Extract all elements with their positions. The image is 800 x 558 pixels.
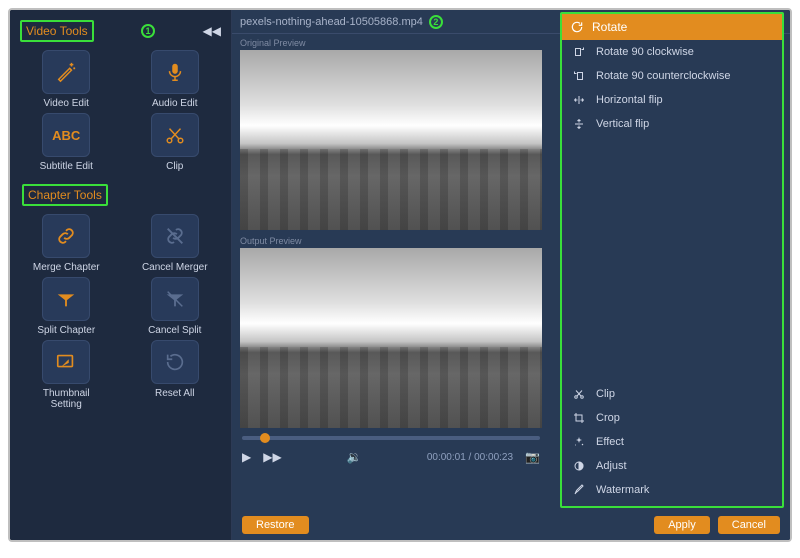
panel-crop-label: Crop [596, 412, 620, 424]
brush-icon [572, 484, 586, 496]
panel-adjust-label: Adjust [596, 460, 627, 472]
annotation-badge-2: 2 [429, 15, 443, 29]
sidebar: Video Tools 1 ◀◀ Video Edit Audio Edit A… [10, 10, 232, 540]
panel-effect[interactable]: Effect [562, 430, 782, 454]
thumbnail-setting-tool[interactable]: Thumbnail Setting [24, 340, 109, 410]
sparkle-icon [572, 436, 586, 448]
rotate-90-cw[interactable]: Rotate 90 clockwise [562, 40, 782, 64]
scissors-icon [164, 124, 186, 146]
rotate-options: Rotate 90 clockwise Rotate 90 counterclo… [562, 40, 782, 382]
video-tools-grid: Video Edit Audio Edit ABC Subtitle Edit … [16, 50, 225, 180]
original-preview-image [240, 50, 542, 230]
output-preview-image [240, 248, 542, 428]
unlink-icon [164, 225, 186, 247]
panel-watermark-label: Watermark [596, 484, 649, 496]
original-preview-label: Original Preview [240, 38, 542, 48]
cancel-merger-label: Cancel Merger [142, 262, 208, 273]
bottom-bar: Restore Apply Cancel [232, 510, 790, 540]
cancel-button[interactable]: Cancel [718, 516, 780, 534]
video-edit-tool[interactable]: Video Edit [24, 50, 109, 109]
wand-icon [55, 61, 77, 83]
thumbnail-setting-label: Thumbnail Setting [43, 388, 90, 410]
rotate-icon [570, 20, 584, 34]
cancel-split-label: Cancel Split [148, 325, 201, 336]
horizontal-flip[interactable]: Horizontal flip [562, 88, 782, 112]
main-area: pexels-nothing-ahead-10505868.mp4 2 ✕ Or… [232, 10, 790, 540]
merge-chapter-tool[interactable]: Merge Chapter [24, 214, 109, 273]
panel-adjust[interactable]: Adjust [562, 454, 782, 478]
cancel-split-icon [164, 288, 186, 310]
restore-button[interactable]: Restore [242, 516, 309, 534]
reset-icon [164, 351, 186, 373]
time-current: 00:00:01 [427, 452, 466, 463]
panel-header-label: Rotate [592, 20, 627, 34]
hflip-label: Horizontal flip [596, 94, 663, 106]
seek-thumb[interactable] [260, 433, 270, 443]
playback-controls: ▶ ▶▶ 🔉 00:00:01 / 00:00:23 📷 [232, 444, 550, 470]
vflip-label: Vertical flip [596, 118, 649, 130]
scissors-small-icon [572, 388, 586, 400]
subtitle-edit-label: Subtitle Edit [40, 161, 93, 172]
fast-forward-icon[interactable]: ▶▶ [263, 450, 281, 464]
reset-all-label: Reset All [155, 388, 194, 399]
merge-chapter-label: Merge Chapter [33, 262, 100, 273]
volume-icon[interactable]: 🔉 [347, 450, 362, 464]
subtitle-edit-tool[interactable]: ABC Subtitle Edit [24, 113, 109, 172]
split-icon [55, 288, 77, 310]
apply-button[interactable]: Apply [654, 516, 710, 534]
reset-all-tool[interactable]: Reset All [133, 340, 218, 410]
rotate-ccw-icon [572, 70, 586, 82]
clip-tool[interactable]: Clip [133, 113, 218, 172]
chapter-tools-grid: Merge Chapter Cancel Merger Split Chapte… [16, 214, 225, 418]
thumbnail-icon [55, 351, 77, 373]
panel-clip[interactable]: Clip [562, 382, 782, 406]
microphone-icon [164, 61, 186, 83]
link-icon [55, 225, 77, 247]
cancel-merger-tool[interactable]: Cancel Merger [133, 214, 218, 273]
rotate-90-ccw[interactable]: Rotate 90 counterclockwise [562, 64, 782, 88]
split-chapter-label: Split Chapter [37, 325, 95, 336]
output-preview-label: Output Preview [240, 236, 542, 246]
app-frame: Video Tools 1 ◀◀ Video Edit Audio Edit A… [8, 8, 792, 542]
hflip-icon [572, 94, 586, 106]
play-icon[interactable]: ▶ [242, 450, 251, 464]
crop-icon [572, 412, 586, 424]
rotate-cw-label: Rotate 90 clockwise [596, 46, 694, 58]
collapse-icon[interactable]: ◀◀ [203, 24, 221, 38]
time-total: 00:00:23 [474, 452, 513, 463]
panel-crop[interactable]: Crop [562, 406, 782, 430]
panel-watermark[interactable]: Watermark [562, 478, 782, 502]
adjust-icon [572, 460, 586, 472]
abc-icon: ABC [52, 128, 80, 143]
panel-header-rotate[interactable]: Rotate [562, 14, 782, 40]
audio-edit-label: Audio Edit [152, 98, 198, 109]
filename-text: pexels-nothing-ahead-10505868.mp4 [240, 16, 423, 28]
vflip-icon [572, 118, 586, 130]
annotation-badge-1: 1 [141, 24, 155, 38]
rotate-ccw-label: Rotate 90 counterclockwise [596, 70, 731, 82]
panel-clip-label: Clip [596, 388, 615, 400]
split-chapter-tool[interactable]: Split Chapter [24, 277, 109, 336]
panel-effect-label: Effect [596, 436, 624, 448]
video-tools-header: Video Tools 1 ◀◀ [16, 18, 225, 44]
clip-label: Clip [166, 161, 183, 172]
rotate-cw-icon [572, 46, 586, 58]
cancel-split-tool[interactable]: Cancel Split [133, 277, 218, 336]
chapter-tools-title: Chapter Tools [22, 184, 108, 206]
panel-tools: Clip Crop Effect Adjust Watermark [562, 382, 782, 506]
edit-panel: Rotate Rotate 90 clockwise Rotate 90 cou… [560, 12, 784, 508]
camera-icon[interactable]: 📷 [525, 450, 540, 464]
audio-edit-tool[interactable]: Audio Edit [133, 50, 218, 109]
seek-bar[interactable] [232, 430, 550, 444]
video-tools-title: Video Tools [20, 20, 94, 42]
video-edit-label: Video Edit [44, 98, 89, 109]
previews-column: Original Preview Output Preview ▶ ▶▶ 🔉 0 [232, 34, 550, 540]
vertical-flip[interactable]: Vertical flip [562, 112, 782, 136]
